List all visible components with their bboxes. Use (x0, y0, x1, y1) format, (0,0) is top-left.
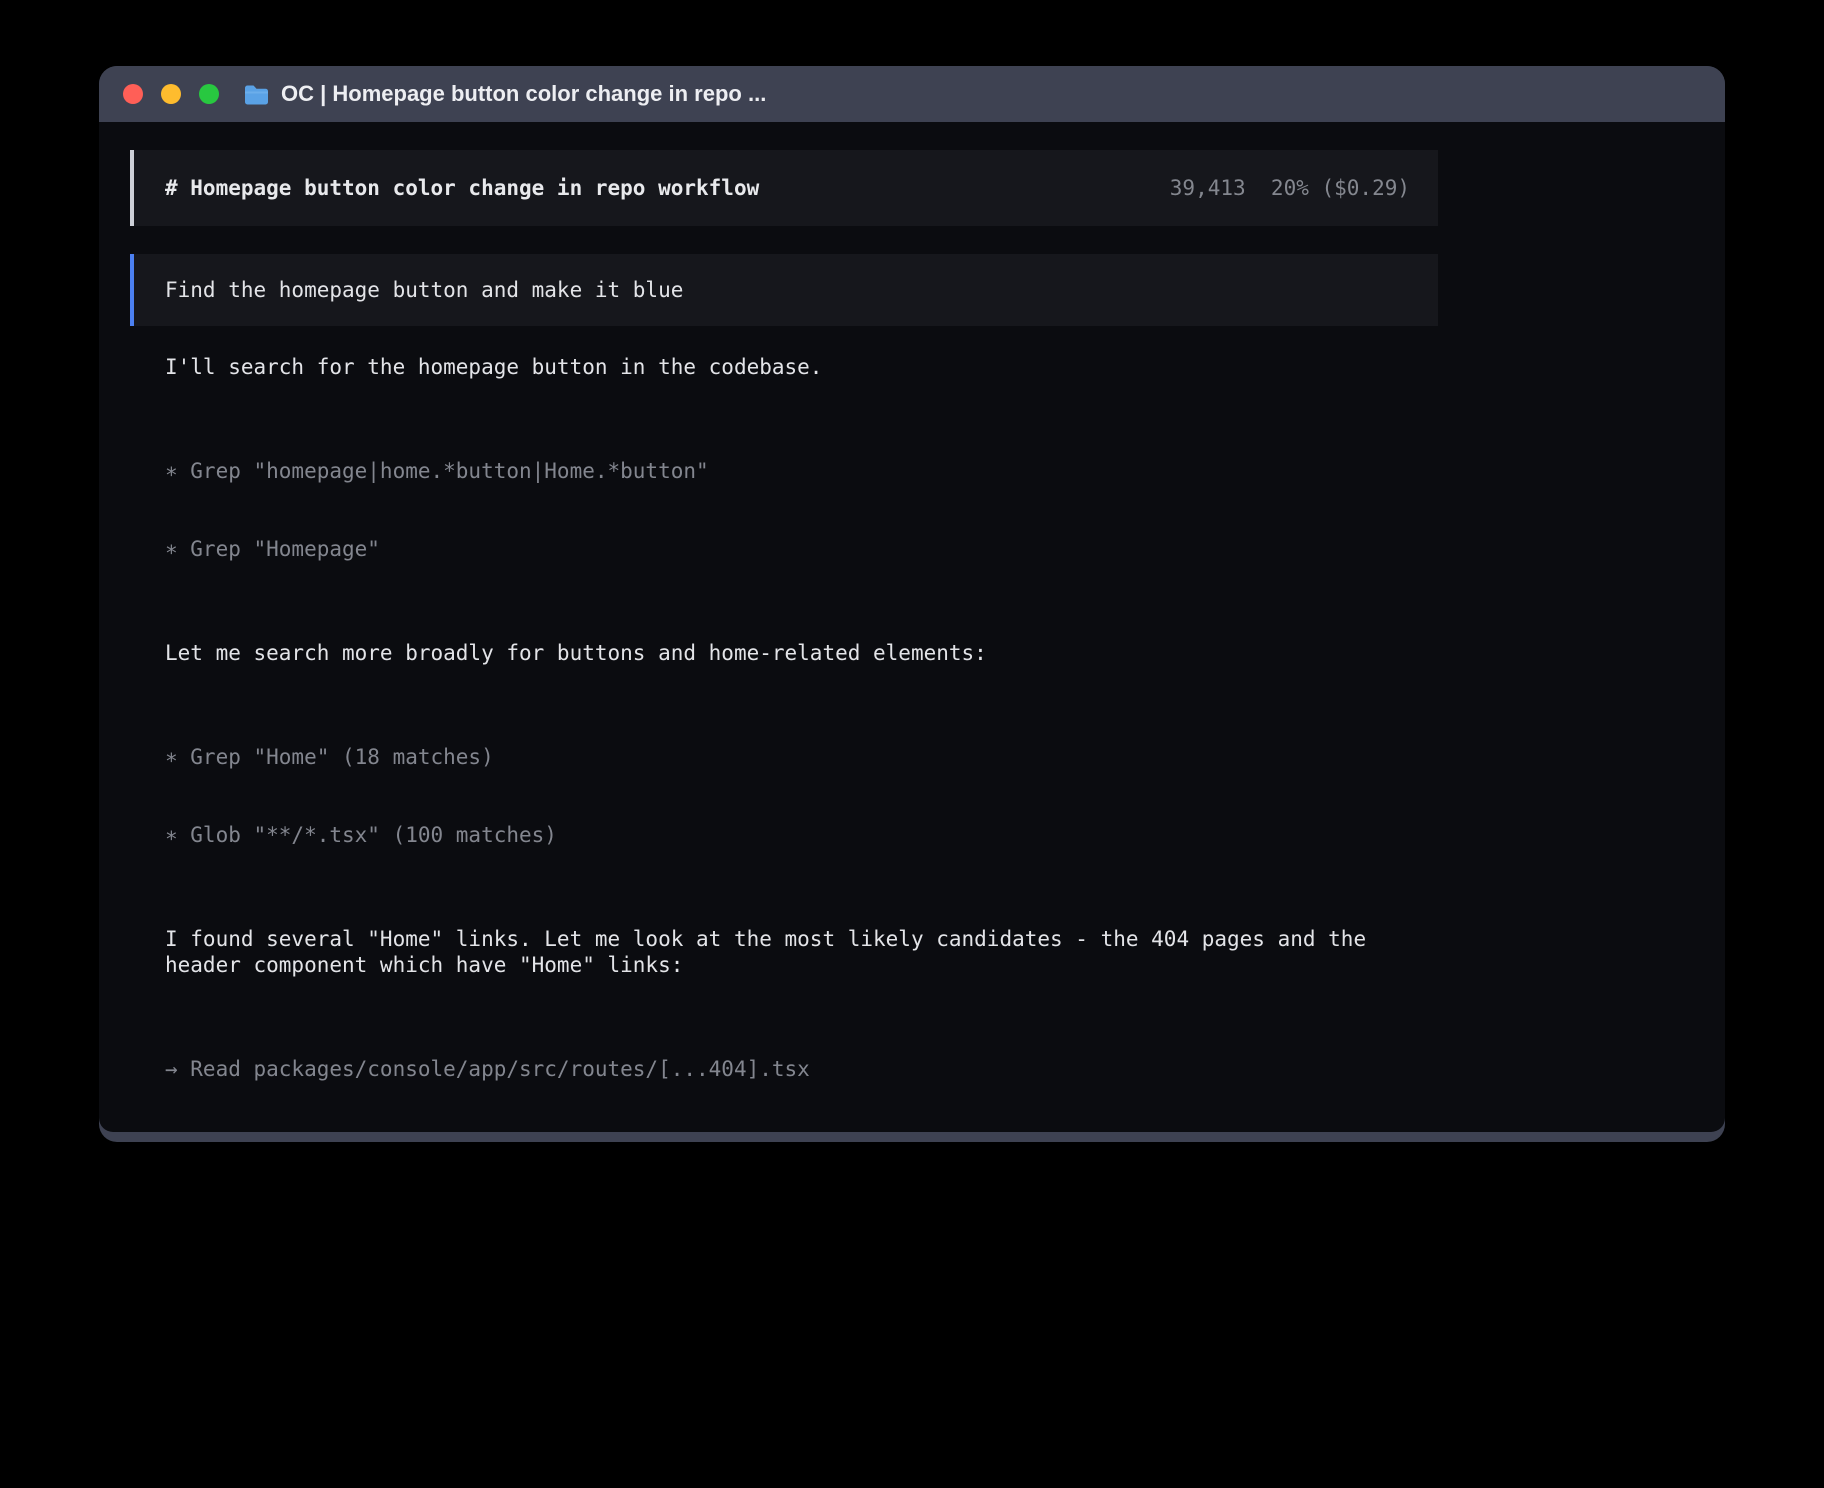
grep-tool-call: ∗ Grep "homepage|home.*button|Home.*butt… (165, 458, 1725, 484)
tool-call-group: ∗ Grep "homepage|home.*button|Home.*butt… (165, 406, 1725, 614)
user-message-block: Find the homepage button and make it blu… (130, 254, 1438, 326)
session-title: # Homepage button color change in repo w… (165, 175, 759, 201)
terminal-window: OC | Homepage button color change in rep… (99, 66, 1725, 1142)
read-tool-call: → Read packages/console/app/src/routes/[… (165, 1056, 1725, 1082)
close-button[interactable] (123, 84, 143, 104)
traffic-lights (123, 84, 219, 104)
tool-call-group: → Read packages/console/app/src/routes/[… (165, 1004, 1725, 1132)
assistant-text: Let me search more broadly for buttons a… (165, 640, 1725, 666)
session-token-stats: 39,413 20% ($0.29) (1170, 175, 1410, 201)
grep-tool-call: ∗ Grep "Home" (18 matches) (165, 744, 1725, 770)
window-titlebar[interactable]: OC | Homepage button color change in rep… (99, 66, 1725, 122)
zoom-button[interactable] (199, 84, 219, 104)
glob-tool-call: ∗ Glob "**/*.tsx" (100 matches) (165, 822, 1725, 848)
assistant-text: I'll search for the homepage button in t… (165, 354, 1725, 380)
tool-call-group: ∗ Grep "Home" (18 matches) ∗ Glob "**/*.… (165, 692, 1725, 900)
terminal-content: # Homepage button color change in repo w… (99, 122, 1725, 1132)
assistant-text: I found several "Home" links. Let me loo… (165, 926, 1438, 978)
title-group: OC | Homepage button color change in rep… (243, 81, 766, 107)
folder-icon (243, 83, 269, 105)
grep-tool-call: ∗ Grep "Homepage" (165, 536, 1725, 562)
session-header: # Homepage button color change in repo w… (130, 150, 1438, 226)
window-title: OC | Homepage button color change in rep… (281, 81, 766, 107)
minimize-button[interactable] (161, 84, 181, 104)
user-message-text: Find the homepage button and make it blu… (165, 278, 683, 302)
